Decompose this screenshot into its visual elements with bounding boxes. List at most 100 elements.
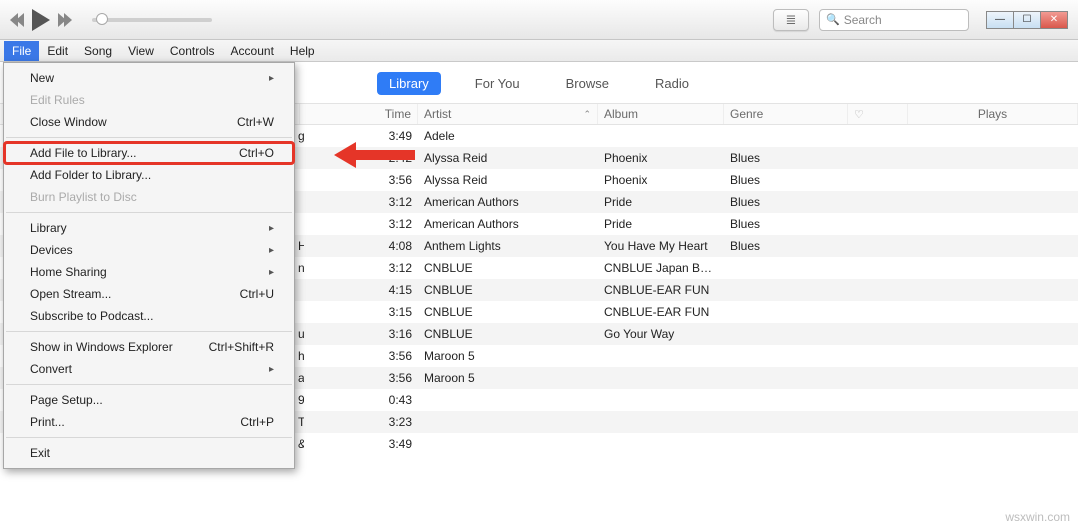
menu-controls[interactable]: Controls	[162, 41, 223, 61]
annotation-arrow	[334, 142, 415, 168]
cell-artist: Maroon 5	[418, 371, 598, 385]
file-menu-dropdown: New Edit Rules Close Window Ctrl+W Add File …	[3, 62, 295, 469]
cell-time: 3:12	[300, 217, 418, 231]
cell-album: CNBLUE Japan Best...	[598, 261, 724, 275]
cell-artist: Alyssa Reid	[418, 173, 598, 187]
menu-item[interactable]: Add Folder to Library...	[4, 164, 294, 186]
menu-item[interactable]: Home Sharing	[4, 261, 294, 283]
menu-separator	[6, 384, 292, 385]
cell-album: Phoenix	[598, 173, 724, 187]
menu-item-label: Edit Rules	[30, 93, 85, 107]
cell-album: Phoenix	[598, 151, 724, 165]
col-time[interactable]: Time	[300, 104, 418, 124]
cell-time: 4:08	[300, 239, 418, 253]
menu-item-shortcut: Ctrl+U	[240, 287, 274, 301]
cell-time: 3:15	[300, 305, 418, 319]
menu-help[interactable]: Help	[282, 41, 323, 61]
cell-time: 3:16	[300, 327, 418, 341]
menu-item-label: Burn Playlist to Disc	[30, 190, 137, 204]
menu-item-shortcut: Ctrl+P	[240, 415, 274, 429]
search-input[interactable]: 🔍 Search	[819, 9, 969, 31]
menu-item-shortcut: Ctrl+W	[237, 115, 274, 129]
menu-item[interactable]: Exit	[4, 442, 294, 464]
cell-genre: Blues	[724, 151, 848, 165]
play-button[interactable]	[32, 9, 50, 31]
col-genre[interactable]: Genre	[724, 104, 848, 124]
menu-item[interactable]: Show in Windows ExplorerCtrl+Shift+R	[4, 336, 294, 358]
menu-item-label: Home Sharing	[30, 265, 107, 279]
tab-browse[interactable]: Browse	[554, 72, 621, 95]
maximize-button[interactable]: ☐	[1013, 11, 1041, 29]
close-button[interactable]: ✕	[1040, 11, 1068, 29]
col-plays[interactable]: Plays	[908, 104, 1078, 124]
cell-album: Go Your Way	[598, 327, 724, 341]
volume-slider[interactable]	[92, 18, 212, 22]
menu-item[interactable]: Convert	[4, 358, 294, 380]
tab-library[interactable]: Library	[377, 72, 441, 95]
cell-time: 3:12	[300, 195, 418, 209]
menu-item-shortcut: Ctrl+O	[239, 146, 274, 160]
cell-album: CNBLUE-EAR FUN	[598, 305, 724, 319]
menu-item-label: Close Window	[30, 115, 107, 129]
menu-view[interactable]: View	[120, 41, 162, 61]
cell-artist: Maroon 5	[418, 349, 598, 363]
previous-button[interactable]	[10, 13, 22, 27]
menu-item-label: New	[30, 71, 54, 85]
menu-file[interactable]: File	[4, 41, 39, 61]
menu-item[interactable]: Print...Ctrl+P	[4, 411, 294, 433]
menu-separator	[6, 137, 292, 138]
menu-item[interactable]: Page Setup...	[4, 389, 294, 411]
search-icon: 🔍	[826, 13, 840, 26]
tab-radio[interactable]: Radio	[643, 72, 701, 95]
menu-separator	[6, 212, 292, 213]
cell-artist: Adele	[418, 129, 598, 143]
cell-album: You Have My Heart	[598, 239, 724, 253]
list-view-button[interactable]: ≣	[773, 9, 809, 31]
next-button[interactable]	[60, 13, 72, 27]
cell-genre: Blues	[724, 239, 848, 253]
cell-artist: CNBLUE	[418, 261, 598, 275]
menu-song[interactable]: Song	[76, 41, 120, 61]
cell-time: 3:49	[300, 437, 418, 451]
cell-artist: Alyssa Reid	[418, 151, 598, 165]
cell-time: 0:43	[300, 393, 418, 407]
watermark: wsxwin.com	[1005, 510, 1070, 524]
menu-account[interactable]: Account	[223, 41, 282, 61]
cell-genre: Blues	[724, 173, 848, 187]
menu-item-label: Show in Windows Explorer	[30, 340, 173, 354]
menu-item[interactable]: Devices	[4, 239, 294, 261]
col-artist[interactable]: Artist⌃	[418, 104, 598, 124]
cell-genre: Blues	[724, 217, 848, 231]
menu-item[interactable]: Open Stream...Ctrl+U	[4, 283, 294, 305]
menu-item: Edit Rules	[4, 89, 294, 111]
col-love[interactable]: ♡	[848, 104, 908, 124]
minimize-button[interactable]: —	[986, 11, 1014, 29]
cell-time: 3:56	[300, 349, 418, 363]
cell-artist: CNBLUE	[418, 283, 598, 297]
cell-time: 3:56	[300, 371, 418, 385]
menu-bar: File Edit Song View Controls Account Hel…	[0, 40, 1078, 62]
menu-item[interactable]: Add File to Library...Ctrl+O	[4, 142, 294, 164]
menu-item[interactable]: New	[4, 67, 294, 89]
menu-item-label: Convert	[30, 362, 72, 376]
menu-edit[interactable]: Edit	[39, 41, 76, 61]
menu-item-label: Exit	[30, 446, 50, 460]
menu-separator	[6, 437, 292, 438]
cell-time: 3:12	[300, 261, 418, 275]
col-album[interactable]: Album	[598, 104, 724, 124]
search-placeholder: Search	[844, 13, 882, 27]
menu-item[interactable]: Library	[4, 217, 294, 239]
menu-item[interactable]: Close Window Ctrl+W	[4, 111, 294, 133]
menu-item-label: Library	[30, 221, 67, 235]
menu-item[interactable]: Subscribe to Podcast...	[4, 305, 294, 327]
heart-icon: ♡	[854, 108, 864, 121]
volume-thumb[interactable]	[96, 13, 108, 25]
cell-time: 3:49	[300, 129, 418, 143]
cell-genre: Blues	[724, 195, 848, 209]
playback-controls	[10, 9, 72, 31]
tab-for-you[interactable]: For You	[463, 72, 532, 95]
cell-album: CNBLUE-EAR FUN	[598, 283, 724, 297]
player-toolbar: ≣ 🔍 Search — ☐ ✕	[0, 0, 1078, 40]
cell-artist: CNBLUE	[418, 305, 598, 319]
menu-item-label: Page Setup...	[30, 393, 103, 407]
